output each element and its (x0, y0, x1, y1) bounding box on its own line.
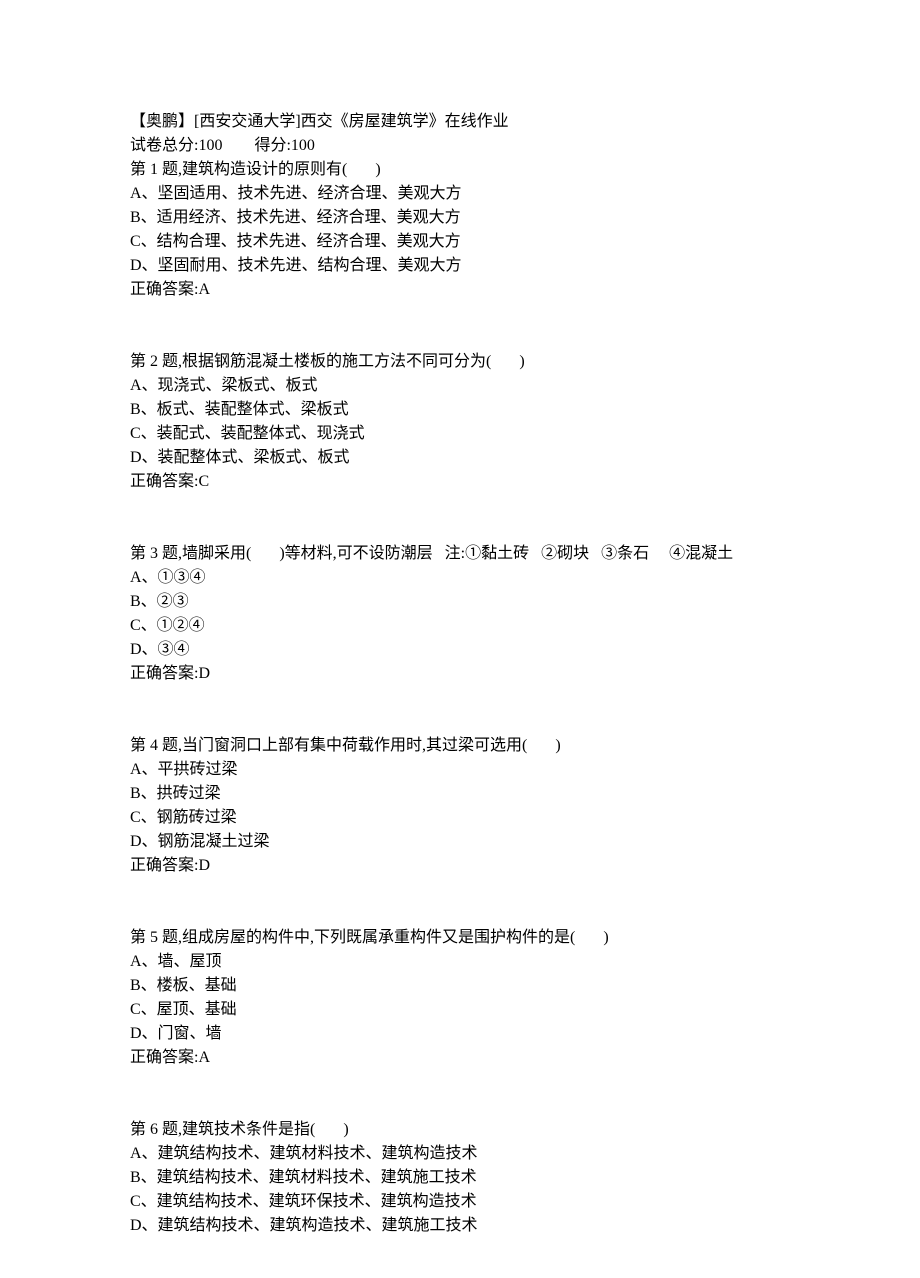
question-block: 第 4 题,当门窗洞口上部有集中荷载作用时,其过梁可选用( ) A、平拱砖过梁 … (130, 734, 790, 878)
correct-answer: 正确答案:D (130, 662, 790, 686)
option-d: D、坚固耐用、技术先进、结构合理、美观大方 (130, 254, 790, 278)
option-a: A、平拱砖过梁 (130, 758, 790, 782)
option-b: B、适用经济、技术先进、经济合理、美观大方 (130, 206, 790, 230)
question-prompt: 第 4 题,当门窗洞口上部有集中荷载作用时,其过梁可选用( ) (130, 734, 790, 758)
option-c: C、结构合理、技术先进、经济合理、美观大方 (130, 230, 790, 254)
spacer (130, 302, 790, 350)
question-prompt: 第 1 题,建筑构造设计的原则有( ) (130, 158, 790, 182)
option-d: D、门窗、墙 (130, 1022, 790, 1046)
correct-answer: 正确答案:A (130, 278, 790, 302)
spacer (130, 494, 790, 542)
question-block: 第 1 题,建筑构造设计的原则有( ) A、坚固适用、技术先进、经济合理、美观大… (130, 158, 790, 302)
option-d: D、建筑结构技术、建筑构造技术、建筑施工技术 (130, 1214, 790, 1238)
option-a: A、①③④ (130, 566, 790, 590)
option-c: C、建筑结构技术、建筑环保技术、建筑构造技术 (130, 1190, 790, 1214)
option-b: B、楼板、基础 (130, 974, 790, 998)
option-b: B、建筑结构技术、建筑材料技术、建筑施工技术 (130, 1166, 790, 1190)
question-prompt: 第 2 题,根据钢筋混凝土楼板的施工方法不同可分为( ) (130, 350, 790, 374)
question-prompt: 第 3 题,墙脚采用( )等材料,可不设防潮层 注:①黏土砖 ②砌块 ③条石 ④… (130, 542, 790, 566)
correct-answer: 正确答案:D (130, 854, 790, 878)
correct-answer: 正确答案:C (130, 470, 790, 494)
option-c: C、装配式、装配整体式、现浇式 (130, 422, 790, 446)
score-line: 试卷总分:100 得分:100 (130, 134, 790, 158)
question-block: 第 6 题,建筑技术条件是指( ) A、建筑结构技术、建筑材料技术、建筑构造技术… (130, 1118, 790, 1238)
option-d: D、③④ (130, 638, 790, 662)
option-a: A、墙、屋顶 (130, 950, 790, 974)
option-b: B、②③ (130, 590, 790, 614)
option-a: A、建筑结构技术、建筑材料技术、建筑构造技术 (130, 1142, 790, 1166)
option-a: A、坚固适用、技术先进、经济合理、美观大方 (130, 182, 790, 206)
question-prompt: 第 6 题,建筑技术条件是指( ) (130, 1118, 790, 1142)
question-block: 第 3 题,墙脚采用( )等材料,可不设防潮层 注:①黏土砖 ②砌块 ③条石 ④… (130, 542, 790, 686)
spacer (130, 878, 790, 926)
option-c: C、钢筋砖过梁 (130, 806, 790, 830)
question-block: 第 2 题,根据钢筋混凝土楼板的施工方法不同可分为( ) A、现浇式、梁板式、板… (130, 350, 790, 494)
option-c: C、屋顶、基础 (130, 998, 790, 1022)
option-d: D、装配整体式、梁板式、板式 (130, 446, 790, 470)
question-prompt: 第 5 题,组成房屋的构件中,下列既属承重构件又是围护构件的是( ) (130, 926, 790, 950)
question-block: 第 5 题,组成房屋的构件中,下列既属承重构件又是围护构件的是( ) A、墙、屋… (130, 926, 790, 1070)
option-a: A、现浇式、梁板式、板式 (130, 374, 790, 398)
document-title: 【奥鹏】[西安交通大学]西交《房屋建筑学》在线作业 (130, 110, 790, 134)
correct-answer: 正确答案:A (130, 1046, 790, 1070)
option-c: C、①②④ (130, 614, 790, 638)
spacer (130, 1070, 790, 1118)
option-b: B、拱砖过梁 (130, 782, 790, 806)
option-b: B、板式、装配整体式、梁板式 (130, 398, 790, 422)
option-d: D、钢筋混凝土过梁 (130, 830, 790, 854)
spacer (130, 686, 790, 734)
